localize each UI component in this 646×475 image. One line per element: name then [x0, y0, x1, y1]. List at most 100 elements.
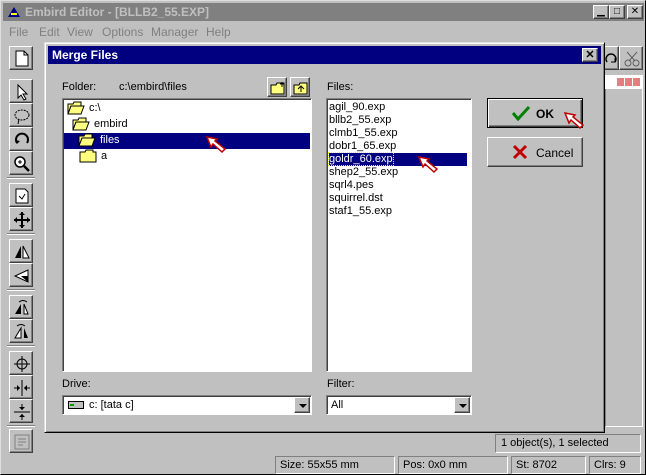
drive-label: Drive: [62, 378, 91, 390]
list-item-selected[interactable]: goldr_60.exp [328, 152, 467, 166]
statusbar: Size: 55x55 mm Pos: 0x0 mm St: 8702 Clrs… [3, 456, 644, 474]
dialog-title: Merge Files [52, 48, 119, 62]
minimize-button[interactable]: ▁ [593, 5, 609, 19]
merge-files-dialog: Merge Files ✕ Folder: c:\embird\files c:… [44, 42, 605, 433]
properties-icon [14, 434, 30, 450]
drive-select[interactable]: c: [tata c] [62, 395, 312, 415]
dialog-close-button[interactable]: ✕ [582, 48, 598, 62]
drive-value: c: [tata c] [89, 399, 134, 411]
rotate-left-icon [15, 300, 29, 315]
list-item[interactable]: dobr1_65.exp [329, 140, 396, 153]
rotate-icon [15, 132, 29, 144]
folder-name: embird [94, 118, 128, 130]
maximize-button[interactable]: □ [609, 5, 625, 19]
properties-tool[interactable] [9, 429, 33, 453]
menu-view[interactable]: View [67, 25, 93, 39]
folder-path: c:\embird\files [119, 81, 187, 93]
pointing-hand-icon [417, 155, 439, 174]
mirror-vertical-tool[interactable] [9, 263, 33, 287]
folder-item-embird[interactable]: embird [72, 117, 152, 133]
hard-drive-icon [68, 401, 84, 409]
list-item[interactable]: clmb1_55.exp [329, 127, 398, 140]
palette-swatch[interactable] [625, 78, 632, 86]
close-icon: ✕ [630, 6, 640, 17]
rotate-tool[interactable] [9, 127, 33, 151]
design-canvas[interactable] [605, 75, 643, 427]
list-item[interactable]: staf1_55.exp [329, 205, 392, 218]
center-tool[interactable] [9, 351, 33, 375]
move-tool[interactable] [9, 207, 33, 231]
app-title: Embird Editor - [BLLB2_55.EXP] [25, 5, 210, 19]
menu-file[interactable]: File [9, 25, 28, 39]
new-folder-button[interactable] [267, 77, 287, 97]
list-item[interactable]: sqrl4.pes [329, 179, 374, 192]
chevron-down-icon[interactable] [454, 397, 470, 413]
rotate-cw-icon [605, 53, 617, 63]
palette-swatch[interactable] [633, 78, 640, 86]
align-horizontal-tool[interactable] [9, 375, 33, 399]
scissors-icon [624, 51, 640, 67]
zoom-tool[interactable] [9, 151, 33, 175]
palette-swatch[interactable] [617, 78, 624, 86]
menubar: File Edit View Options Manager Help [3, 22, 644, 40]
cancel-button[interactable]: Cancel [487, 137, 583, 167]
ok-label: OK [536, 107, 554, 121]
status-stitches: St: 8702 [511, 456, 586, 474]
align-vertical-icon [14, 404, 30, 420]
open-folder-icon [67, 101, 85, 115]
list-item[interactable]: squirrel.dst [329, 192, 383, 205]
left-toolbar [3, 75, 37, 455]
zoom-icon [14, 156, 30, 172]
selection-status: 1 object(s), 1 selected [495, 434, 641, 453]
files-label: Files: [327, 81, 354, 93]
mirror-horizontal-icon [15, 245, 30, 259]
dialog-titlebar: Merge Files ✕ [48, 46, 601, 64]
status-position: Pos: 0x0 mm [398, 456, 508, 474]
new-file-icon [15, 50, 29, 67]
folder-item-root[interactable]: c:\ [67, 101, 127, 117]
list-item[interactable]: bllb2_55.exp [329, 114, 391, 127]
list-item[interactable]: agil_90.exp [329, 101, 385, 114]
filter-select[interactable]: All [326, 395, 472, 415]
up-folder-button[interactable] [290, 77, 310, 97]
maximize-icon: □ [613, 6, 621, 17]
new-file-button[interactable] [9, 46, 33, 70]
menu-options[interactable]: Options [102, 25, 143, 39]
menu-manager[interactable]: Manager [151, 25, 198, 39]
rotate-left-tool[interactable] [9, 295, 33, 319]
app-titlebar: Embird Editor - [BLLB2_55.EXP] ▁ □ ✕ [3, 3, 644, 21]
open-folder-icon [72, 117, 90, 131]
pointing-hand-icon [563, 111, 585, 130]
folder-item-files[interactable]: files [64, 133, 310, 149]
folder-tree[interactable]: c:\ embird files a [62, 98, 312, 372]
cancel-x-icon [512, 144, 528, 160]
mirror-horizontal-tool[interactable] [9, 239, 33, 263]
toolbar-tool-b[interactable] [619, 46, 643, 70]
list-item[interactable]: shep2_55.exp [329, 166, 398, 179]
embird-app-icon[interactable] [6, 4, 22, 20]
menu-edit[interactable]: Edit [39, 25, 60, 39]
status-colors: Clrs: 9 [589, 456, 641, 474]
select-tool[interactable] [9, 79, 33, 103]
rotate-right-tool[interactable] [9, 319, 33, 343]
rotate-right-icon [14, 324, 28, 339]
mirror-vertical-icon [13, 269, 29, 283]
page-tool[interactable] [9, 183, 33, 207]
align-vertical-tool[interactable] [9, 399, 33, 423]
lasso-tool[interactable] [9, 103, 33, 127]
new-folder-icon [270, 82, 285, 95]
app-close-button[interactable]: ✕ [627, 5, 643, 19]
chevron-down-icon[interactable] [294, 397, 310, 413]
minimize-icon: ▁ [597, 6, 605, 17]
checkmark-icon [512, 105, 530, 121]
align-horizontal-icon [14, 380, 30, 396]
lasso-icon [14, 109, 30, 125]
status-size: Size: 55x55 mm [275, 456, 395, 474]
menu-help[interactable]: Help [206, 25, 231, 39]
cancel-label: Cancel [536, 146, 574, 160]
color-palette-strip[interactable] [605, 75, 643, 89]
toolbar-separator [7, 345, 35, 347]
toolbar-separator [7, 289, 35, 291]
folder-item-a[interactable]: a [79, 149, 139, 165]
files-list[interactable]: agil_90.exp bllb2_55.exp clmb1_55.exp do… [326, 98, 472, 372]
